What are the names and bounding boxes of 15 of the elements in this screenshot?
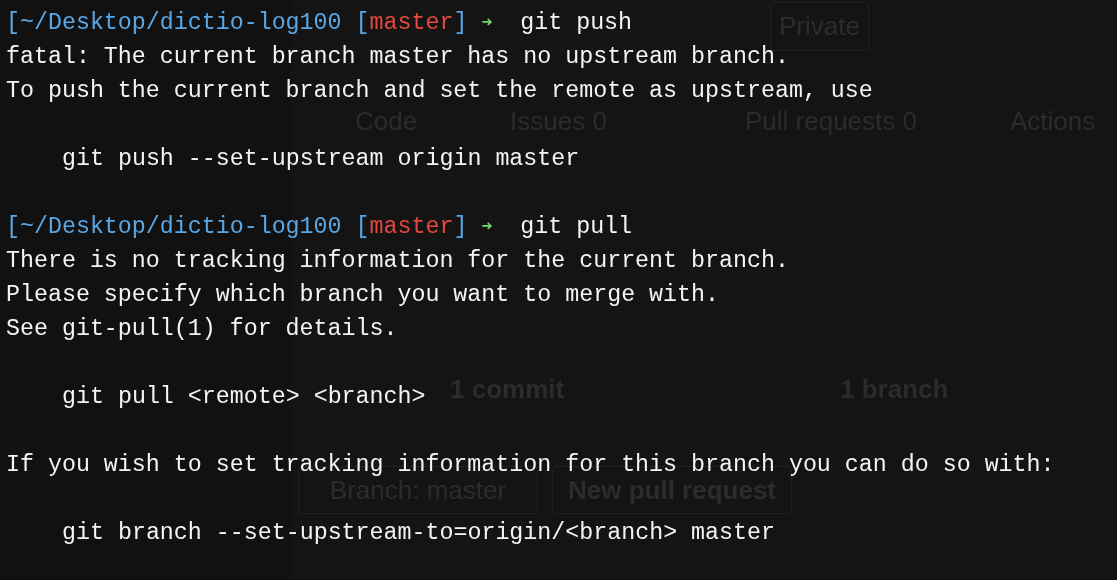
command-text: git push [520, 8, 633, 38]
output-line: Please specify which branch you want to merge with. [6, 280, 719, 310]
output-line: To push the current branch and set the remote as upstream, use [6, 76, 873, 106]
prompt-path: [~/Desktop/dictio-log100 [6, 8, 342, 38]
prompt-arrow: ➜ [481, 11, 493, 35]
prompt-branch: [master] [355, 8, 468, 38]
output-line: There is no tracking information for the current branch. [6, 246, 789, 276]
prompt-path: [~/Desktop/dictio-log100 [6, 212, 342, 242]
output-line: git branch --set-upstream-to=origin/<branch> master [62, 518, 775, 548]
prompt-arrow: ➜ [481, 215, 493, 239]
output-line: See git-pull(1) for details. [6, 314, 398, 344]
output-line: git push --set-upstream origin master [62, 144, 580, 174]
output-line: git pull <remote> <branch> [62, 382, 426, 412]
command-text: git pull [520, 212, 633, 242]
prompt-branch: [master] [355, 212, 468, 242]
